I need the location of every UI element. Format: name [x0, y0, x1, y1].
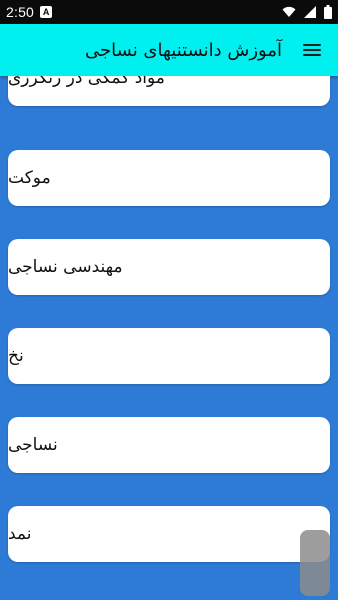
- app-title: آموزش دانستنیهای نساجی: [85, 39, 282, 61]
- battery-icon: [324, 5, 332, 19]
- app-bar: آموزش دانستنیهای نساجی: [0, 24, 338, 76]
- status-time: 2:50: [6, 4, 35, 20]
- list-item-label: موکت: [8, 168, 51, 188]
- list-item-label: نمد: [8, 524, 32, 544]
- list-item-label: مهندسی نساجی: [8, 257, 123, 277]
- notification-icon: A: [40, 6, 53, 18]
- scroll-thumb[interactable]: [300, 530, 330, 596]
- signal-icon: [304, 6, 316, 18]
- list-item[interactable]: نمد: [8, 506, 330, 562]
- status-left: 2:50 A: [6, 4, 53, 20]
- status-right: [282, 5, 332, 19]
- list-item[interactable]: مواد کمکی در رنگرزی: [8, 76, 330, 106]
- list-item-label: نساجی: [8, 435, 58, 455]
- list-item[interactable]: موکت: [8, 150, 330, 206]
- wifi-icon: [282, 6, 296, 18]
- status-bar: 2:50 A: [0, 0, 338, 24]
- list-viewport[interactable]: مواد کمکی در رنگرزی موکت مهندسی نساجی نخ…: [0, 76, 338, 600]
- list-item-label: مواد کمکی در رنگرزی: [8, 76, 165, 88]
- list-item-label: نخ: [8, 346, 24, 366]
- hamburger-menu-icon[interactable]: [300, 38, 324, 62]
- list-item[interactable]: مهندسی نساجی: [8, 239, 330, 295]
- list-item[interactable]: نخ: [8, 328, 330, 384]
- list-item[interactable]: نساجی: [8, 417, 330, 473]
